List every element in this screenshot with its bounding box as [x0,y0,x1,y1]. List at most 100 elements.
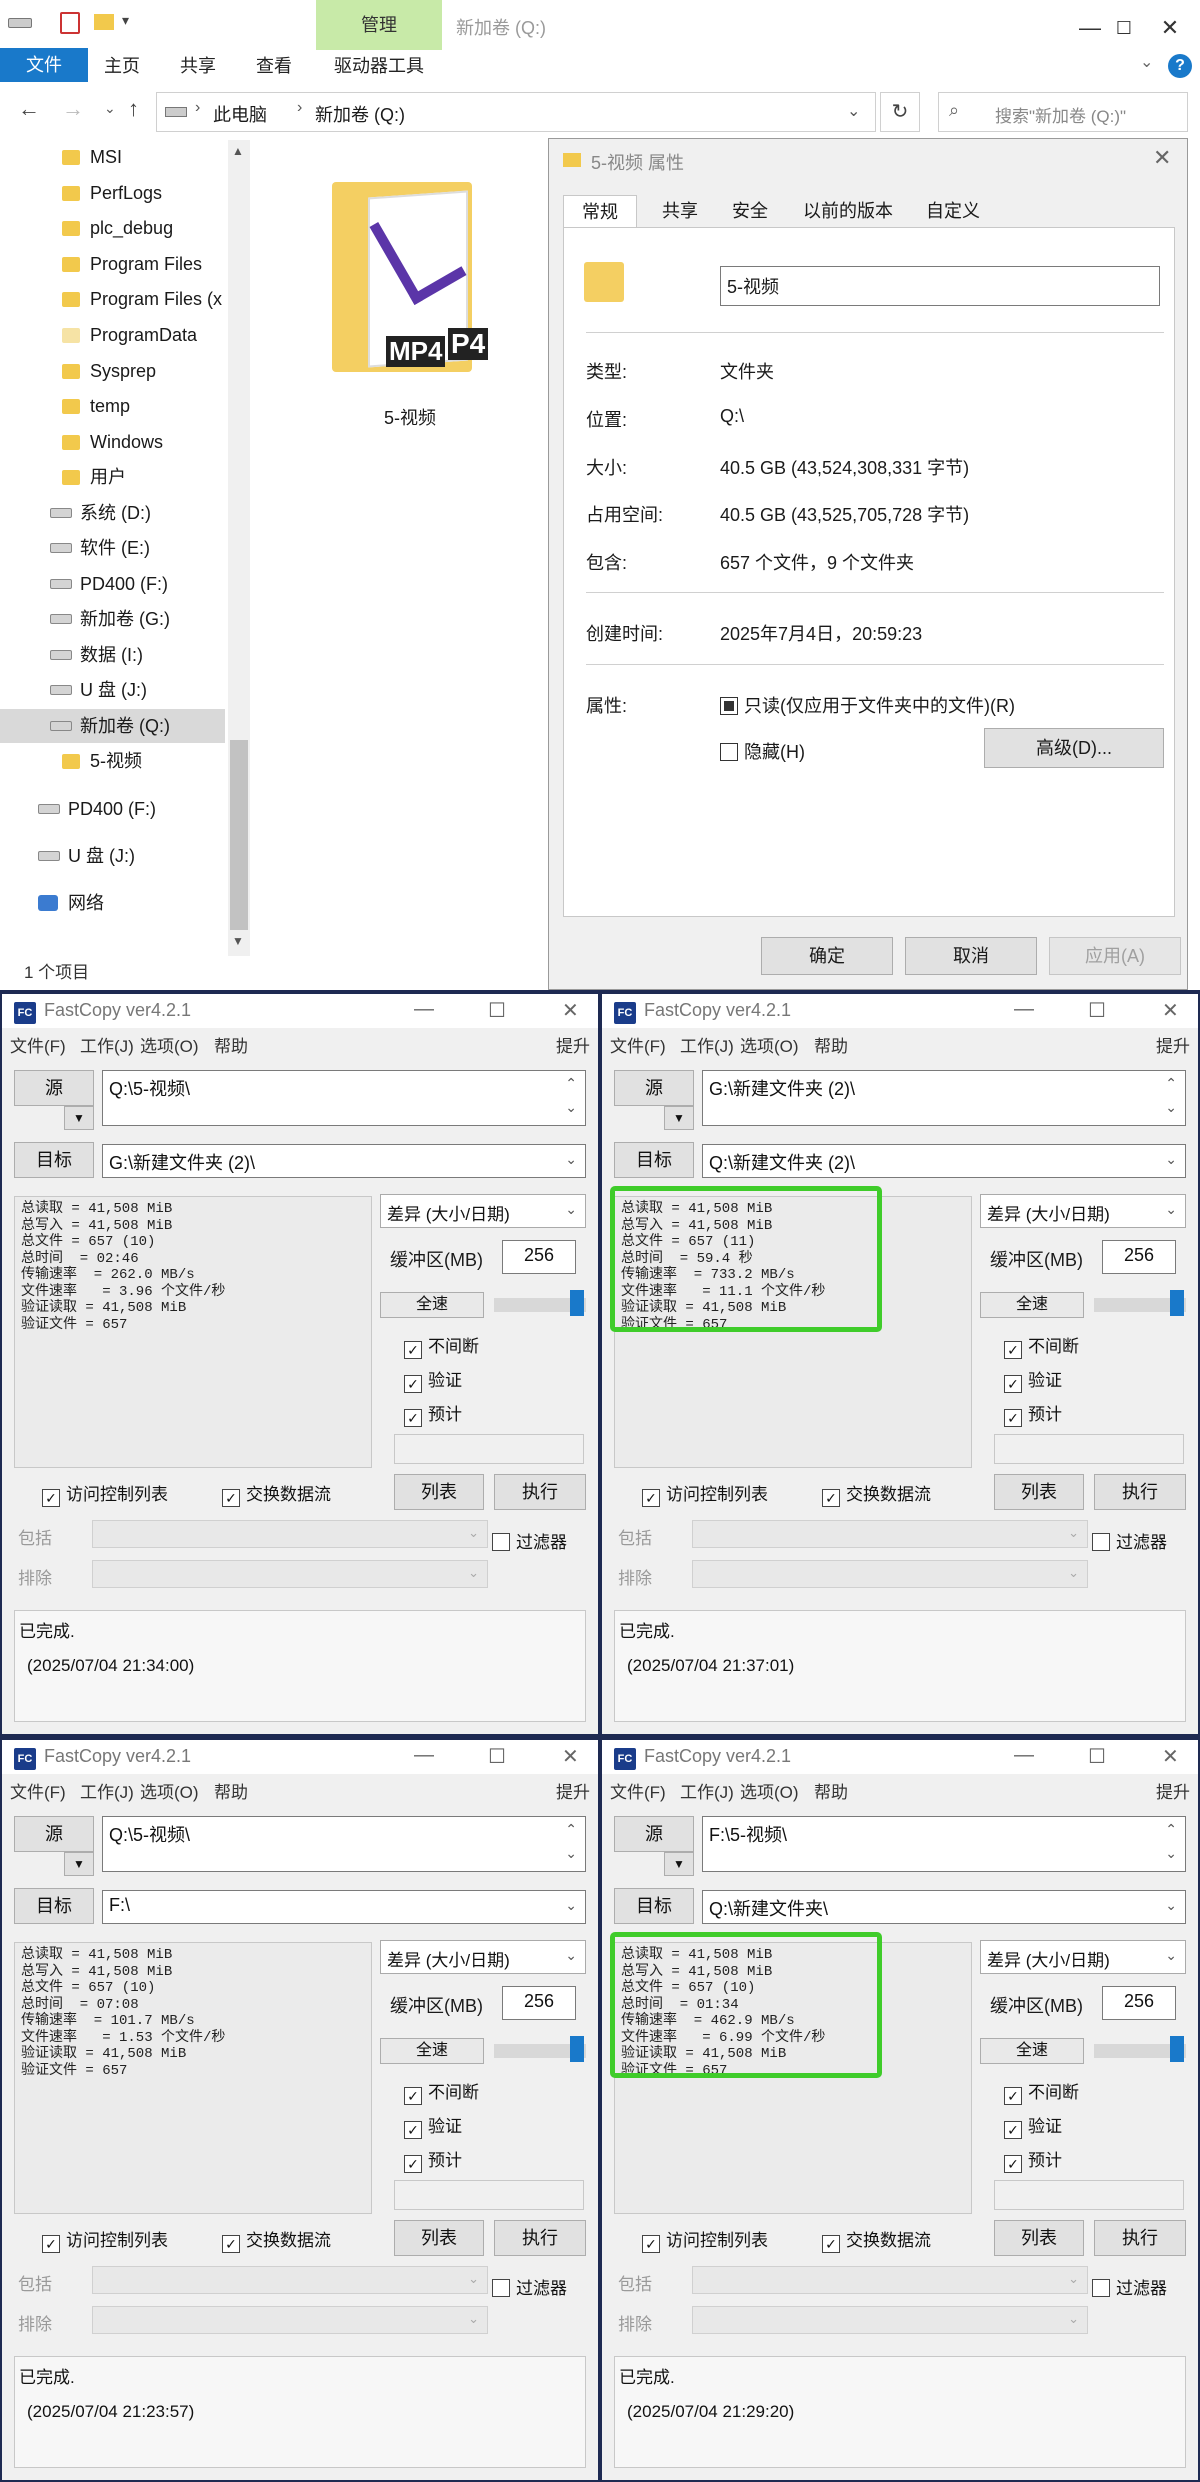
slider-thumb[interactable] [570,1290,584,1316]
up-icon[interactable]: ↑ [128,96,139,122]
menu-elevate[interactable]: 提升 [556,1032,590,1057]
tree-item-program-files-x86[interactable]: Program Files (x [0,282,225,316]
menu-help[interactable]: 帮助 [814,1032,848,1057]
menu-elevate[interactable]: 提升 [1156,1032,1190,1057]
minimize-button[interactable]: — [414,1744,434,1767]
properties-quick-icon[interactable] [60,12,80,34]
back-icon[interactable]: ← [18,96,40,122]
tab-general[interactable]: 常规 [563,195,637,227]
tree-item-program-files[interactable]: Program Files [0,247,225,281]
nonstop-checkbox[interactable]: ✓ 不间断 [1004,1332,1079,1359]
tree-item-network[interactable]: 网络 [0,886,225,920]
menu-file[interactable]: 文件(F) [610,1778,666,1803]
verify-checkbox[interactable]: ✓ 验证 [404,1366,462,1393]
acl-checkbox[interactable]: ✓ 访问控制列表 [642,1480,768,1507]
scroll-up-icon[interactable]: ⌃ [1165,1075,1177,1092]
include-field[interactable]: ⌄ [92,2266,488,2294]
filter-checkbox[interactable]: 过滤器 [1092,2274,1167,2299]
help-icon[interactable]: ? [1168,54,1192,78]
list-button[interactable]: 列表 [994,2220,1084,2256]
tab-previous-versions[interactable]: 以前的版本 [785,195,911,227]
copy-mode-select[interactable]: 差异 (大小/日期) ⌄ [380,1194,586,1228]
tab-share[interactable]: 共享 [180,50,216,82]
cancel-button[interactable]: 取消 [905,937,1037,975]
address-dropdown-icon[interactable]: ⌄ [847,101,860,121]
tree-item-plc-debug[interactable]: plc_debug [0,211,225,245]
destination-button[interactable]: 目标 [14,1142,94,1178]
full-speed-button[interactable]: 全速 [980,1292,1084,1318]
source-button[interactable]: 源 [614,1816,694,1852]
buffer-size-input[interactable]: 256 [1102,1986,1176,2020]
filter-checkbox[interactable]: 过滤器 [1092,1528,1167,1553]
speed-slider[interactable] [494,2036,586,2062]
speed-slider[interactable] [494,1290,586,1316]
source-path-field[interactable]: Q:\5-视频\ ⌃ ⌄ [102,1070,586,1126]
scroll-down-icon[interactable]: ⌄ [565,1099,577,1116]
menu-help[interactable]: 帮助 [814,1778,848,1803]
tree-item-video-folder[interactable]: 5-视频 [0,744,225,778]
source-path-field[interactable]: Q:\5-视频\ ⌃ ⌄ [102,1816,586,1872]
address-bar[interactable]: › 此电脑 › 新加卷 (Q:) ⌄ [156,92,876,132]
copy-mode-select[interactable]: 差异 (大小/日期) ⌄ [380,1940,586,1974]
source-button[interactable]: 源 [14,1070,94,1106]
execute-button[interactable]: 执行 [1094,1474,1186,1510]
tree-item-drive-g[interactable]: 新加卷 (G:) [0,602,225,636]
scroll-up-icon[interactable]: ▲ [232,144,244,158]
include-field[interactable]: ⌄ [692,2266,1088,2294]
stream-checkbox[interactable]: ✓ 交换数据流 [222,1480,331,1507]
minimize-button[interactable]: — [414,998,434,1021]
tree-item-drive-e[interactable]: 软件 (E:) [0,531,225,565]
copy-mode-select[interactable]: 差异 (大小/日期) ⌄ [980,1194,1186,1228]
search-input[interactable]: ⌕ 搜索"新加卷 (Q:)" [938,92,1188,132]
ok-button[interactable]: 确定 [761,937,893,975]
destination-path-field[interactable]: F:\ ⌄ [102,1890,586,1924]
tab-drive-tools[interactable]: 驱动器工具 [334,50,424,82]
stream-checkbox[interactable]: ✓ 交换数据流 [222,2226,331,2253]
breadcrumb-item-current[interactable]: 新加卷 (Q:) [315,101,405,127]
stream-checkbox[interactable]: ✓ 交换数据流 [822,2226,931,2253]
scroll-down-icon[interactable]: ⌄ [1165,1099,1177,1116]
scroll-up-icon[interactable]: ⌃ [1165,1821,1177,1838]
destination-button[interactable]: 目标 [14,1888,94,1924]
full-speed-button[interactable]: 全速 [380,2038,484,2064]
tree-item-msi[interactable]: MSI [0,140,225,174]
tab-file[interactable]: 文件 [0,48,88,82]
menu-file[interactable]: 文件(F) [10,1032,66,1057]
execute-button[interactable]: 执行 [494,1474,586,1510]
include-field[interactable]: ⌄ [92,1520,488,1548]
tab-customize[interactable]: 自定义 [911,195,995,227]
verify-checkbox[interactable]: ✓ 验证 [1004,2112,1062,2139]
estimate-checkbox[interactable]: ✓ 预计 [1004,1400,1062,1427]
menu-elevate[interactable]: 提升 [556,1778,590,1803]
estimate-checkbox[interactable]: ✓ 预计 [1004,2146,1062,2173]
menu-job[interactable]: 工作(J) [80,1032,134,1057]
maximize-button[interactable]: ☐ [488,1744,506,1769]
maximize-button[interactable]: ☐ [488,998,506,1023]
tab-security[interactable]: 安全 [715,195,785,227]
menu-job[interactable]: 工作(J) [80,1778,134,1803]
tree-item-perflogs[interactable]: PerfLogs [0,176,225,210]
scroll-up-icon[interactable]: ⌃ [565,1821,577,1838]
slider-thumb[interactable] [1170,1290,1184,1316]
verify-checkbox[interactable]: ✓ 验证 [1004,1366,1062,1393]
menu-help[interactable]: 帮助 [214,1032,248,1057]
recent-dropdown-icon[interactable]: ⌄ [104,100,116,117]
buffer-size-input[interactable]: 256 [502,1240,576,1274]
destination-path-field[interactable]: Q:\新建文件夹\ ⌄ [702,1890,1186,1924]
exclude-field[interactable]: ⌄ [692,2306,1088,2334]
source-dropdown-icon[interactable]: ▼ [64,1106,94,1130]
maximize-button[interactable]: ☐ [1088,998,1106,1023]
ribbon-expand-icon[interactable]: ⌄ [1140,52,1153,72]
verify-checkbox[interactable]: ✓ 验证 [404,2112,462,2139]
list-button[interactable]: 列表 [994,1474,1084,1510]
tab-view[interactable]: 查看 [256,50,292,82]
include-field[interactable]: ⌄ [692,1520,1088,1548]
nonstop-checkbox[interactable]: ✓ 不间断 [404,2078,479,2105]
close-button[interactable]: ✕ [1162,998,1179,1023]
scroll-down-icon[interactable]: ▼ [232,934,244,948]
nonstop-checkbox[interactable]: ✓ 不间断 [1004,2078,1079,2105]
source-dropdown-icon[interactable]: ▼ [664,1852,694,1876]
menu-job[interactable]: 工作(J) [680,1778,734,1803]
destination-button[interactable]: 目标 [614,1888,694,1924]
speed-slider[interactable] [1094,2036,1186,2062]
